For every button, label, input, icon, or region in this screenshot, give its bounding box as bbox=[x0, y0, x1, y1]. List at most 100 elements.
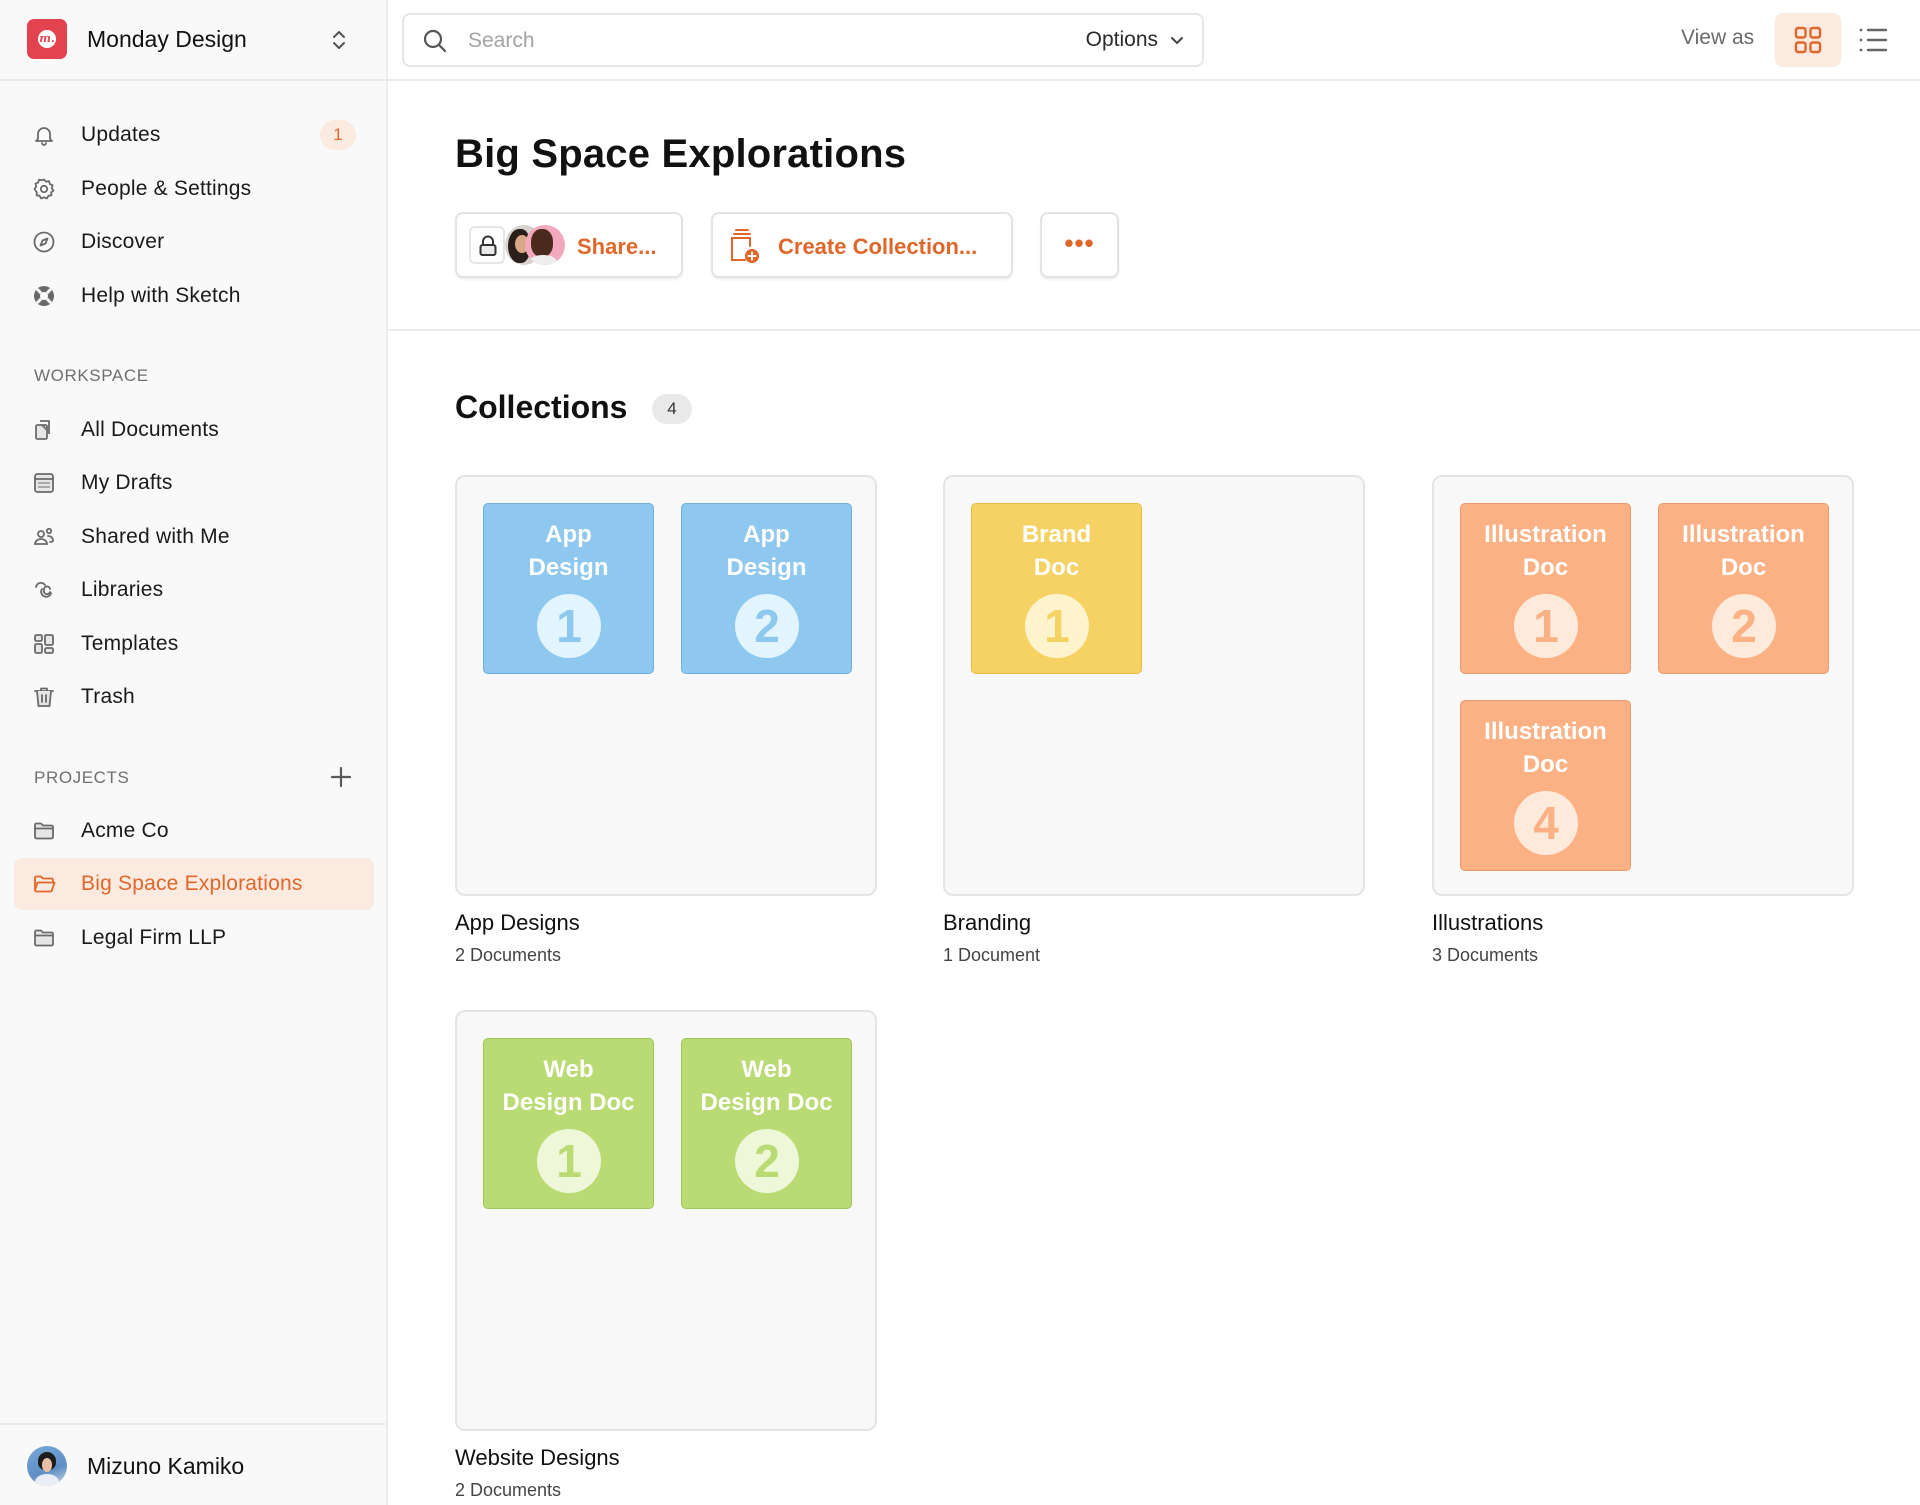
thumb-line2: Doc bbox=[1720, 554, 1767, 581]
collection-card-illustrations[interactable]: Illustration Doc 1 Illustration Doc 2 Il… bbox=[1432, 475, 1854, 896]
thumb-line1: Illustration bbox=[1484, 521, 1607, 548]
sidebar-item-shared-with-me[interactable]: Shared with Me bbox=[14, 511, 374, 563]
collection-doc-count: 2 Documents bbox=[455, 1480, 562, 1500]
drafts-icon bbox=[34, 473, 54, 493]
lock-icon bbox=[479, 235, 497, 256]
document-thumbnail[interactable]: App Design 2 bbox=[681, 503, 852, 674]
workspace-logo: m. bbox=[27, 19, 67, 59]
sidebar-item-project-big-space-explorations[interactable]: Big Space Explorations bbox=[14, 858, 374, 910]
folder-icon bbox=[34, 929, 54, 947]
document-thumbnail[interactable]: Brand Doc 1 bbox=[971, 503, 1142, 674]
search-icon bbox=[423, 29, 447, 53]
updates-badge: 1 bbox=[320, 120, 356, 150]
search-input[interactable] bbox=[468, 25, 1028, 57]
plus-icon[interactable] bbox=[328, 764, 354, 790]
folder-open-icon bbox=[34, 875, 56, 893]
workspace-section-title: WORKSPACE bbox=[34, 366, 149, 385]
sidebar-item-people-settings[interactable]: People & Settings bbox=[14, 163, 374, 215]
sidebar-item-label: Big Space Explorations bbox=[81, 872, 303, 895]
collection-card-app-designs[interactable]: App Design 1 App Design 2 bbox=[455, 475, 877, 896]
sidebar-item-project-acme-co[interactable]: Acme Co bbox=[14, 805, 374, 857]
share-button[interactable]: Share... bbox=[455, 212, 683, 278]
more-icon: ••• bbox=[1064, 228, 1095, 258]
documents-icon bbox=[35, 420, 50, 440]
sidebar-item-my-drafts[interactable]: My Drafts bbox=[14, 457, 374, 509]
sidebar-item-label: Trash bbox=[81, 685, 135, 708]
app: m. Monday Design Updates 1 People & Sett… bbox=[0, 0, 1920, 1505]
user-name: Mizuno Kamiko bbox=[87, 1453, 245, 1479]
sidebar-item-project-legal-firm-llp[interactable]: Legal Firm LLP bbox=[14, 912, 374, 964]
options-label: Options bbox=[1085, 28, 1158, 51]
page-title: Big Space Explorations bbox=[455, 132, 907, 176]
search-bar[interactable]: Options bbox=[402, 13, 1204, 67]
sidebar-item-label: People & Settings bbox=[81, 177, 252, 200]
user-menu[interactable]: Mizuno Kamiko bbox=[0, 1423, 386, 1505]
member-avatar bbox=[525, 225, 565, 265]
document-thumbnail[interactable]: Illustration Doc 2 bbox=[1658, 503, 1829, 674]
sidebar-item-trash[interactable]: Trash bbox=[14, 671, 374, 723]
thumb-number: 2 bbox=[735, 1129, 799, 1193]
sidebar-item-updates[interactable]: Updates 1 bbox=[14, 109, 374, 161]
collection-doc-count: 2 Documents bbox=[455, 945, 562, 965]
sidebar-item-templates[interactable]: Templates bbox=[14, 618, 374, 670]
collection-title[interactable]: Website Designs bbox=[455, 1445, 620, 1471]
compass-icon bbox=[33, 231, 55, 253]
thumb-line1: Illustration bbox=[1484, 718, 1607, 745]
thumb-line2: Design bbox=[528, 554, 609, 581]
thumb-number: 2 bbox=[1712, 594, 1776, 658]
chevron-down-icon bbox=[1171, 37, 1183, 44]
sidebar: m. Monday Design Updates 1 People & Sett… bbox=[0, 0, 388, 1505]
people-icon bbox=[34, 527, 54, 545]
collections-count-badge: 4 bbox=[652, 394, 692, 424]
thumb-line1: Illustration bbox=[1682, 521, 1805, 548]
thumb-number: 1 bbox=[1514, 594, 1578, 658]
collection-card-branding[interactable]: Brand Doc 1 bbox=[943, 475, 1365, 896]
lock-indicator bbox=[469, 226, 505, 264]
trash-icon bbox=[34, 687, 54, 707]
thumb-line1: Web bbox=[543, 1056, 594, 1083]
sidebar-item-libraries[interactable]: Libraries bbox=[14, 564, 374, 616]
collection-title[interactable]: Branding bbox=[943, 910, 1031, 936]
thumb-number: 4 bbox=[1514, 791, 1578, 855]
folder-icon bbox=[34, 822, 54, 840]
collection-title[interactable]: App Designs bbox=[455, 910, 580, 936]
collections-heading: Collections bbox=[455, 389, 628, 425]
document-thumbnail[interactable]: App Design 1 bbox=[483, 503, 654, 674]
document-thumbnail[interactable]: Illustration Doc 1 bbox=[1460, 503, 1631, 674]
sidebar-item-all-documents[interactable]: All Documents bbox=[14, 404, 374, 456]
view-as-label: View as bbox=[1681, 26, 1755, 49]
thumb-line1: App bbox=[545, 521, 592, 548]
create-collection-button[interactable]: Create Collection... bbox=[711, 212, 1013, 278]
thumb-line2: Design Doc bbox=[700, 1089, 833, 1116]
document-thumbnail[interactable]: Web Design Doc 2 bbox=[681, 1038, 852, 1209]
thumb-number: 1 bbox=[1025, 594, 1089, 658]
workspace-switcher[interactable]: m. Monday Design bbox=[0, 0, 386, 81]
grid-icon bbox=[1794, 26, 1822, 54]
thumb-number: 2 bbox=[735, 594, 799, 658]
sidebar-item-discover[interactable]: Discover bbox=[14, 216, 374, 268]
collection-card-website-designs[interactable]: Web Design Doc 1 Web Design Doc 2 bbox=[455, 1010, 877, 1431]
search-options-dropdown[interactable]: Options bbox=[1086, 28, 1186, 52]
lifebuoy-icon bbox=[34, 286, 54, 306]
thumb-line2: Doc bbox=[1033, 554, 1080, 581]
thumb-line1: Brand bbox=[1021, 521, 1092, 548]
avatar bbox=[27, 1446, 67, 1486]
libraries-icon bbox=[35, 582, 52, 598]
topbar: Options View as bbox=[388, 0, 1920, 81]
thumb-number: 1 bbox=[537, 594, 601, 658]
view-grid-button[interactable] bbox=[1775, 13, 1841, 67]
sidebar-item-label: Libraries bbox=[81, 578, 164, 601]
sidebar-item-label: Shared with Me bbox=[81, 525, 230, 548]
sidebar-item-help[interactable]: Help with Sketch bbox=[14, 270, 374, 322]
thumb-line2: Design bbox=[726, 554, 807, 581]
thumb-line1: App bbox=[743, 521, 790, 548]
more-options-button[interactable]: ••• bbox=[1040, 212, 1119, 278]
document-thumbnail[interactable]: Web Design Doc 1 bbox=[483, 1038, 654, 1209]
collection-title[interactable]: Illustrations bbox=[1432, 910, 1543, 936]
sidebar-item-label: Acme Co bbox=[81, 819, 169, 842]
collection-doc-count: 3 Documents bbox=[1432, 945, 1539, 965]
thumb-number: 1 bbox=[537, 1129, 601, 1193]
chevron-up-down-icon[interactable] bbox=[328, 28, 350, 52]
document-thumbnail[interactable]: Illustration Doc 4 bbox=[1460, 700, 1631, 871]
list-icon[interactable] bbox=[1858, 26, 1888, 54]
